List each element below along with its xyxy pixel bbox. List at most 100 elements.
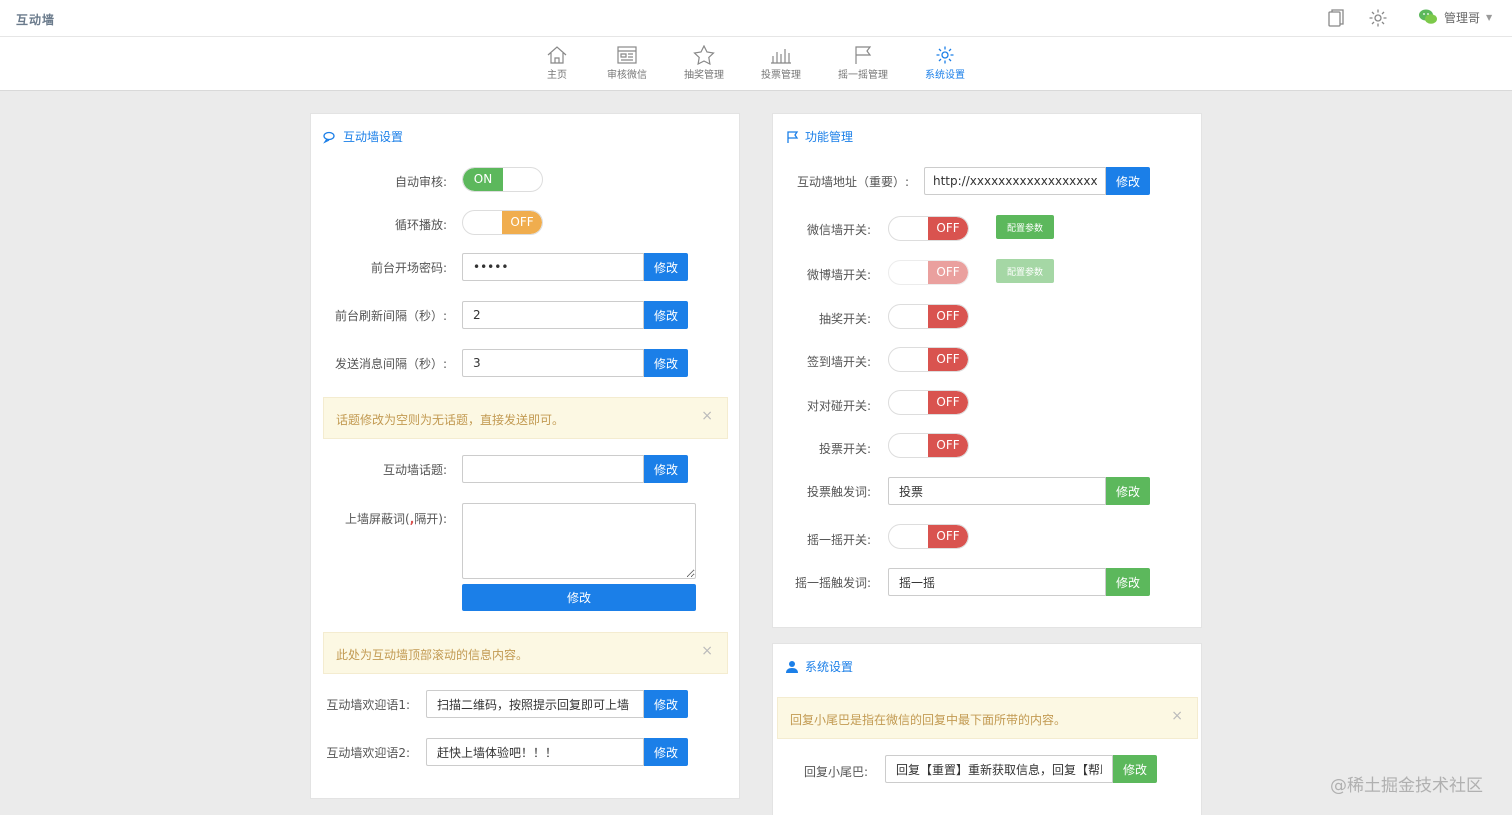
app-logo: 互动墙 — [16, 13, 56, 27]
system-settings-panel: 系统设置 回复小尾巴是指在微信的回复中最下面所带的内容。 × 回复小尾巴: 修改 — [772, 643, 1202, 815]
refresh-interval-input[interactable] — [462, 301, 644, 329]
loop-play-label: 循环播放: — [394, 218, 447, 232]
toggle-state: OFF — [928, 525, 968, 548]
main-nav: 主页 审核微信 抽奖管理 投票管理 摇一摇管理 系统设置 — [0, 37, 1512, 91]
vote-trigger-label: 投票触发词: — [806, 485, 871, 499]
label-part: 隔开): — [414, 512, 447, 526]
nav-label: 系统设置 — [925, 70, 965, 81]
nav-item-review[interactable]: 审核微信 — [607, 45, 647, 81]
topic-input[interactable] — [462, 455, 644, 483]
toggle-state: OFF — [928, 305, 968, 328]
password-label: 前台开场密码: — [370, 261, 447, 275]
send-interval-label: 发送消息间隔（秒）: — [334, 357, 447, 371]
auto-review-label: 自动审核: — [394, 175, 447, 189]
nav-label: 摇一摇管理 — [838, 70, 888, 81]
block-words-modify-button[interactable]: 修改 — [462, 584, 696, 611]
home-icon — [547, 46, 567, 64]
toggle-state: OFF — [928, 217, 968, 240]
nav-item-home[interactable]: 主页 — [546, 45, 568, 81]
features-panel: 功能管理 互动墙地址（重要）: 修改 微信墙开关: OFF 配置参数 微博墙开关… — [772, 113, 1202, 628]
nav-item-shake[interactable]: 摇一摇管理 — [838, 45, 888, 81]
watermark: @稀土掘金技术社区 — [1330, 776, 1483, 796]
nav-label: 投票管理 — [761, 70, 801, 81]
block-words-textarea[interactable] — [462, 503, 696, 579]
address-modify-button[interactable]: 修改 — [1106, 167, 1150, 195]
nav-label: 审核微信 — [607, 70, 647, 81]
weibo-wall-label: 微博墙开关: — [806, 268, 871, 282]
nav-label: 主页 — [547, 70, 567, 81]
weibo-config-button[interactable]: 配置参数 — [996, 259, 1054, 283]
send-modify-button[interactable]: 修改 — [644, 349, 688, 377]
top-bar: 互动墙 管理哥 ▼ — [0, 0, 1512, 37]
tail-modify-button[interactable]: 修改 — [1113, 755, 1157, 783]
topic-label: 互动墙话题: — [382, 463, 447, 477]
bar-chart-icon — [771, 49, 791, 64]
scroll-alert: 此处为互动墙顶部滚动的信息内容。 × — [323, 632, 728, 674]
vote-trigger-modify-button[interactable]: 修改 — [1106, 477, 1150, 505]
toggle-state: OFF — [928, 434, 968, 457]
tail-alert: 回复小尾巴是指在微信的回复中最下面所带的内容。 × — [777, 697, 1198, 739]
shake-trigger-label: 摇一摇触发词: — [794, 576, 871, 590]
gear-icon[interactable] — [1368, 8, 1388, 28]
panel-title: 系统设置 — [785, 658, 853, 675]
alert-text: 此处为互动墙顶部滚动的信息内容。 — [336, 648, 529, 662]
comments-icon — [323, 131, 335, 144]
welcome2-modify-button[interactable]: 修改 — [644, 738, 688, 766]
lottery-label: 抽奖开关: — [818, 312, 871, 326]
welcome1-modify-button[interactable]: 修改 — [644, 690, 688, 718]
wall-settings-panel: 互动墙设置 自动审核: ON 循环播放: OFF 前台开场密码: 修改 前台刷新… — [310, 113, 740, 799]
welcome1-label: 互动墙欢迎语1: — [326, 698, 410, 712]
user-icon — [786, 660, 798, 673]
nav-item-vote[interactable]: 投票管理 — [761, 45, 801, 81]
review-icon — [617, 46, 637, 64]
toggle-state: ON — [463, 168, 503, 191]
wechat-wall-label: 微信墙开关: — [806, 223, 871, 237]
auto-review-toggle[interactable]: ON — [462, 167, 543, 192]
wechat-config-button[interactable]: 配置参数 — [996, 215, 1054, 239]
welcome1-input[interactable] — [426, 690, 644, 718]
signin-label: 签到墙开关: — [806, 355, 871, 369]
vote-trigger-input[interactable] — [888, 477, 1106, 505]
caret-down-icon: ▼ — [1486, 12, 1493, 22]
send-interval-input[interactable] — [462, 349, 644, 377]
address-label: 互动墙地址（重要）: — [796, 175, 909, 189]
user-name: 管理哥 — [1444, 10, 1481, 25]
signin-toggle[interactable]: OFF — [888, 347, 969, 372]
close-icon[interactable]: × — [1171, 708, 1183, 724]
nav-label: 抽奖管理 — [684, 70, 724, 81]
close-icon[interactable]: × — [701, 408, 713, 424]
welcome2-input[interactable] — [426, 738, 644, 766]
password-input[interactable] — [462, 253, 644, 281]
nav-item-lottery[interactable]: 抽奖管理 — [684, 45, 724, 81]
nav-item-settings[interactable]: 系统设置 — [925, 45, 965, 81]
welcome2-label: 互动墙欢迎语2: — [326, 746, 410, 760]
pair-toggle[interactable]: OFF — [888, 390, 969, 415]
tail-input[interactable] — [885, 755, 1113, 783]
password-modify-button[interactable]: 修改 — [644, 253, 688, 281]
flag-icon — [787, 130, 799, 143]
toggle-state: OFF — [928, 261, 968, 284]
panel-title: 互动墙设置 — [323, 128, 403, 145]
shake-trigger-modify-button[interactable]: 修改 — [1106, 568, 1150, 596]
shake-label: 摇一摇开关: — [806, 533, 871, 547]
wechat-wall-toggle[interactable]: OFF — [888, 216, 969, 241]
user-menu[interactable]: 管理哥 ▼ — [1418, 8, 1492, 26]
toggle-state: OFF — [928, 391, 968, 414]
weibo-wall-toggle[interactable]: OFF — [888, 260, 969, 285]
topic-modify-button[interactable]: 修改 — [644, 455, 688, 483]
vote-toggle[interactable]: OFF — [888, 433, 969, 458]
close-icon[interactable]: × — [701, 643, 713, 659]
document-icon[interactable] — [1326, 8, 1346, 28]
tail-label: 回复小尾巴: — [803, 765, 868, 779]
vote-label: 投票开关: — [818, 442, 871, 456]
block-words-label: 上墙屏蔽词(,隔开): — [345, 510, 447, 527]
loop-play-toggle[interactable]: OFF — [462, 210, 543, 235]
panel-title: 功能管理 — [785, 128, 853, 145]
label-part: 上墙屏蔽词( — [345, 512, 410, 526]
lottery-toggle[interactable]: OFF — [888, 304, 969, 329]
refresh-modify-button[interactable]: 修改 — [644, 301, 688, 329]
shake-toggle[interactable]: OFF — [888, 524, 969, 549]
address-input[interactable] — [924, 167, 1106, 195]
pair-label: 对对碰开关: — [806, 399, 871, 413]
shake-trigger-input[interactable] — [888, 568, 1106, 596]
